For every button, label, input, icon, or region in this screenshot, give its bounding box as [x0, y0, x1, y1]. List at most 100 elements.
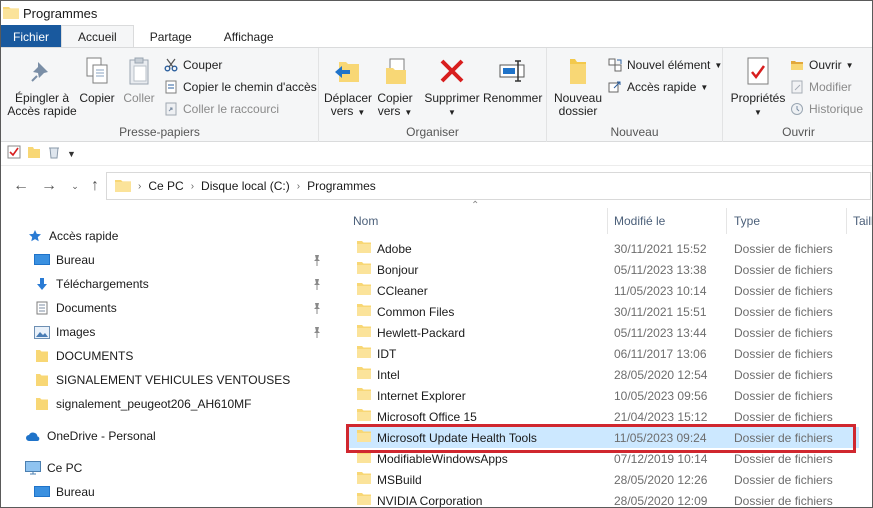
rename-icon [495, 54, 529, 88]
column-header-modified[interactable]: Modifié le [614, 206, 665, 236]
navigation-pane: Accès rapide Bureau Téléchargements Docu… [1, 206, 341, 507]
breadcrumb-this-pc[interactable]: Ce PC [148, 179, 183, 193]
table-row[interactable]: Adobe 30/11/2021 15:52 Dossier de fichiers [349, 238, 859, 259]
file-name-cell: Hewlett-Packard [357, 322, 465, 343]
sidebar-item-images[interactable]: Images [34, 321, 334, 343]
forward-arrow-icon[interactable]: → [39, 176, 59, 196]
new-folder-button[interactable]: Nouveau dossier [552, 54, 604, 118]
table-row[interactable]: Internet Explorer 10/05/2023 09:56 Dossier… [349, 385, 859, 406]
sidebar-item-onedrive[interactable]: OneDrive - Personal [25, 425, 156, 447]
breadcrumb-local-disk[interactable]: Disque local (C:) [201, 179, 290, 193]
copy-to-label-text: vers [377, 104, 401, 118]
pin-icon[interactable] [312, 278, 322, 290]
sidebar-item-documents-folder[interactable]: DOCUMENTS [34, 345, 133, 367]
sidebar-label: Bureau [56, 253, 95, 267]
properties-button[interactable]: Propriétés ▼ [729, 54, 787, 119]
move-to-button[interactable]: Déplacer vers ▼ [324, 54, 372, 119]
table-row[interactable]: Microsoft Update Health Tools 11/05/2023 … [349, 427, 859, 448]
address-bar[interactable]: › Ce PC › Disque local (C:) › Programmes [106, 172, 871, 200]
customize-qat-icon[interactable]: ▼ [67, 149, 76, 159]
tab-file[interactable]: Fichier [1, 25, 62, 48]
pin-icon[interactable] [312, 302, 322, 314]
column-header-name[interactable]: Nom [353, 206, 378, 236]
file-name: Internet Explorer [377, 388, 466, 403]
pin-icon[interactable] [312, 326, 322, 338]
folder-icon [34, 372, 50, 388]
copy-path-button[interactable]: Copier le chemin d'accès [163, 78, 317, 96]
sidebar-label: OneDrive - Personal [47, 429, 156, 443]
table-row[interactable]: NVIDIA Corporation 28/05/2020 12:09 Dossie… [349, 490, 859, 508]
sidebar-label: Accès rapide [49, 229, 119, 243]
file-date: 30/11/2021 15:52 [614, 241, 707, 256]
table-row[interactable]: Common Files 30/11/2021 15:51 Dossier de f… [349, 301, 859, 322]
up-arrow-icon[interactable]: ↑ [85, 176, 105, 196]
table-row[interactable]: Bonjour 05/11/2023 13:38 Dossier de fichie… [349, 259, 859, 280]
tab-share[interactable]: Partage [134, 25, 208, 48]
delete-label: Supprimer [424, 91, 480, 105]
sidebar-item-signalement-vehicules[interactable]: SIGNALEMENT VEHICULES VENTOUSES [34, 369, 290, 391]
recycle-bin-icon[interactable] [47, 145, 61, 162]
properties-icon [741, 54, 775, 88]
copy-button[interactable]: Copier [77, 54, 117, 105]
sidebar-item-documents[interactable]: Documents [34, 297, 334, 319]
pin-icon[interactable] [312, 254, 322, 266]
delete-button[interactable]: Supprimer ▼ [423, 54, 481, 119]
clipboard-group-label: Presse-papiers [119, 125, 200, 139]
new-folder-label-line2: dossier [558, 104, 598, 118]
file-type: Dossier de fichiers [734, 241, 833, 256]
table-row[interactable]: Microsoft Office 15 21/04/2023 15:12 Dossi… [349, 406, 859, 427]
history-button[interactable]: Historique [789, 100, 863, 118]
column-header-size[interactable]: Taill [853, 206, 872, 236]
cut-button[interactable]: Couper [163, 56, 222, 74]
sidebar-item-downloads[interactable]: Téléchargements [34, 273, 334, 295]
copy-to-button[interactable]: Copier vers ▼ [373, 54, 417, 119]
column-divider[interactable] [846, 208, 847, 234]
pin-quick-access-button[interactable]: Épingler à Accès rapide [7, 54, 77, 118]
paste-shortcut-button[interactable]: Coller le raccourci [163, 100, 279, 118]
tab-home[interactable]: Accueil [61, 25, 134, 48]
breadcrumb-programmes[interactable]: Programmes [307, 179, 376, 193]
new-folder-icon[interactable] [27, 145, 41, 162]
easy-access-button[interactable]: Accès rapide ▼ [607, 78, 708, 96]
properties-icon[interactable] [7, 145, 21, 162]
open-button[interactable]: Ouvrir ▼ [789, 56, 854, 74]
sidebar-item-signalement-peugeot[interactable]: signalement_peugeot206_AH610MF [34, 393, 251, 415]
rename-button[interactable]: Renommer [483, 54, 542, 105]
delete-icon [435, 54, 469, 88]
pin-label-line2: Accès rapide [7, 104, 77, 118]
folder-icon [357, 283, 377, 298]
column-divider[interactable] [726, 208, 727, 234]
table-row[interactable]: Intel 28/05/2020 12:54 Dossier de fichiers [349, 364, 859, 385]
file-name-cell: Microsoft Update Health Tools [357, 427, 537, 448]
paste-label: Coller [123, 91, 155, 105]
sidebar-label: Ce PC [47, 461, 83, 475]
recent-locations-chevron-icon[interactable]: ⌄ [65, 176, 85, 196]
file-type: Dossier de fichiers [734, 493, 833, 508]
file-date: 10/05/2023 09:56 [614, 388, 708, 403]
table-row[interactable]: MSBuild 28/05/2020 12:26 Dossier de fichie… [349, 469, 859, 490]
folder-icon [357, 493, 377, 507]
file-date: 07/12/2019 10:14 [614, 451, 708, 466]
column-divider[interactable] [607, 208, 608, 234]
file-type: Dossier de fichiers [734, 430, 833, 445]
sidebar-item-desktop[interactable]: Bureau [34, 249, 334, 271]
edit-button[interactable]: Modifier [789, 78, 852, 96]
tab-view[interactable]: Affichage [208, 25, 290, 48]
table-row[interactable]: ModifiableWindowsApps 07/12/2019 10:14 Dos… [349, 448, 859, 469]
table-row[interactable]: CCleaner 11/05/2023 10:14 Dossier de fichi… [349, 280, 859, 301]
sidebar-item-this-pc-desktop[interactable]: Bureau [34, 481, 95, 503]
column-header-type[interactable]: Type [734, 206, 760, 236]
paste-button[interactable]: Coller [120, 54, 158, 105]
sidebar-item-this-pc[interactable]: Ce PC [25, 457, 82, 479]
folder-icon [357, 409, 377, 424]
back-arrow-icon[interactable]: ← [11, 176, 31, 196]
sidebar-item-quick-access[interactable]: Accès rapide [27, 225, 118, 247]
image-icon [34, 324, 50, 340]
new-item-button[interactable]: Nouvel élément ▼ [607, 56, 722, 74]
table-row[interactable]: IDT 06/11/2017 13:06 Dossier de fichiers [349, 343, 859, 364]
folder-icon [357, 367, 377, 382]
document-icon [34, 300, 50, 316]
cut-label: Couper [183, 58, 223, 72]
table-row[interactable]: Hewlett-Packard 05/11/2023 13:44 Dossier d… [349, 322, 859, 343]
file-name-cell: MSBuild [357, 469, 422, 490]
